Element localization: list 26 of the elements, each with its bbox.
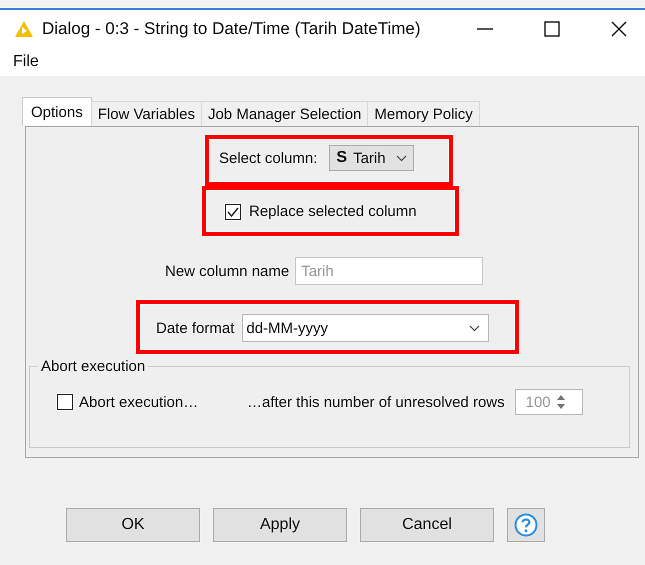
checkbox[interactable] xyxy=(225,204,241,220)
dialog-button[interactable]: Cancel xyxy=(360,508,494,542)
chevron-down-icon xyxy=(396,154,407,162)
chevron-down-icon xyxy=(469,324,480,332)
window-title: Dialog - 0:3 - String to Date/Time (Tarih DateTime) xyxy=(42,19,421,39)
field-label: New column name xyxy=(165,262,290,280)
date-format-combobox[interactable]: dd-MM-yyyy xyxy=(242,314,490,342)
string-type-icon: S xyxy=(336,149,348,167)
tab[interactable]: Memory Policy xyxy=(367,101,480,126)
tab[interactable]: Flow Variables xyxy=(90,101,202,126)
checkbox[interactable] xyxy=(57,394,73,410)
dialog-button[interactable]: Apply xyxy=(213,508,347,542)
tab[interactable]: Options xyxy=(22,97,92,126)
field-label: Select column: xyxy=(219,150,318,166)
menu-item[interactable]: File xyxy=(13,53,39,71)
maximize-icon[interactable] xyxy=(544,21,560,37)
checkbox-label: Replace selected column xyxy=(249,203,417,220)
field-label: Date format xyxy=(156,320,234,336)
dialog-button[interactable]: OK xyxy=(66,508,200,542)
column-dropdown[interactable]: S Tarih xyxy=(329,145,414,171)
checkbox-label: Abort execution… xyxy=(79,394,198,410)
help-icon xyxy=(514,513,538,537)
field-label: …after this number of unresolved rows xyxy=(247,394,505,410)
close-icon[interactable] xyxy=(611,21,627,37)
warning-triangle-icon xyxy=(14,20,34,38)
help-button[interactable] xyxy=(507,508,545,542)
